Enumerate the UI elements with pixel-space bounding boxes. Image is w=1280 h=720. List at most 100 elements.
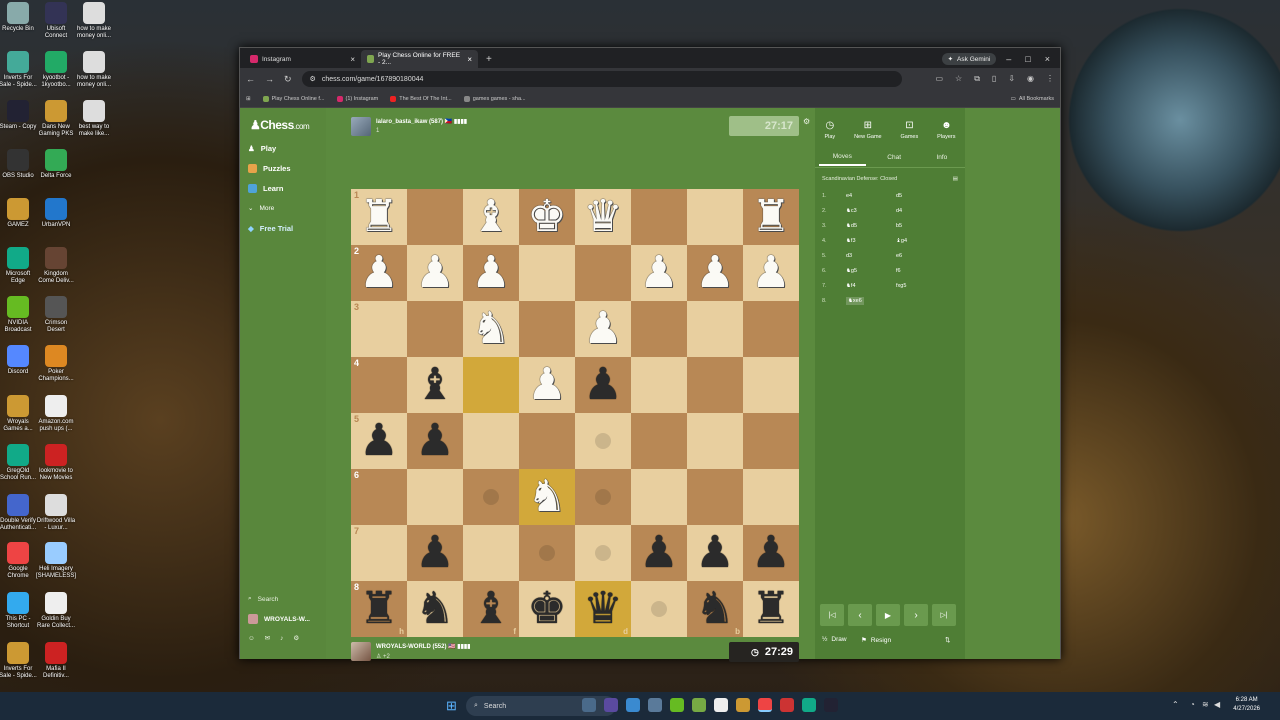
board-square[interactable] (407, 301, 463, 357)
bookmark-item[interactable]: (1) Instagram (336, 95, 378, 102)
white-pawn-piece[interactable]: ♟ (415, 251, 454, 295)
board-square[interactable] (407, 189, 463, 245)
board-square[interactable]: ♟ (519, 357, 575, 413)
black-pawn-piece[interactable]: ♟ (695, 531, 734, 575)
board-square[interactable]: 2 ♟ (351, 245, 407, 301)
black-king-piece[interactable]: ♚ (527, 587, 566, 631)
desktop-icon[interactable]: Inverts For Sale - Spide... (0, 51, 38, 89)
file-explorer-icon[interactable] (736, 698, 750, 712)
board-square[interactable] (463, 357, 519, 413)
white-move[interactable]: ♞f3 (846, 238, 896, 244)
close-tab-icon[interactable]: × (467, 55, 472, 64)
white-move[interactable]: d3 (846, 253, 896, 259)
desktop-icon[interactable]: lookmovie to New Movies (36, 444, 76, 482)
white-move[interactable]: ♞g5 (846, 268, 896, 274)
black-rook-piece[interactable]: ♜ (751, 587, 790, 631)
bookmark-item[interactable]: Play Chess Online f... (262, 95, 325, 102)
mail-icon[interactable]: ✉ (265, 634, 270, 642)
board-square[interactable] (687, 469, 743, 525)
nav-user[interactable]: WROYALS-W... (248, 614, 310, 624)
desktop-icon[interactable]: Driftwood Villa - Luxur... (36, 494, 76, 532)
steam-icon[interactable] (824, 698, 838, 712)
app-icon[interactable] (780, 698, 794, 712)
nav-learn[interactable]: Learn (248, 184, 283, 193)
new-tab-button[interactable]: + (478, 54, 500, 68)
black-move[interactable]: d5 (896, 193, 946, 199)
nav-search[interactable]: ⌕ Search (248, 595, 278, 603)
board-square[interactable] (687, 301, 743, 357)
board-square[interactable] (631, 357, 687, 413)
move-hint-dot[interactable] (483, 489, 499, 505)
board-square[interactable] (631, 469, 687, 525)
white-pawn-piece[interactable]: ♟ (695, 251, 734, 295)
board-square[interactable]: ♝ (463, 189, 519, 245)
tray-up-icon[interactable]: ⌃ (1172, 700, 1179, 709)
black-pawn-piece[interactable]: ♟ (751, 531, 790, 575)
desktop-icon[interactable]: how to make money onli... (74, 2, 114, 40)
white-queen-piece[interactable]: ♛ (583, 195, 622, 239)
desktop-icon[interactable]: Delta Force (36, 149, 76, 180)
board-square[interactable] (743, 301, 799, 357)
black-bishop-piece[interactable]: ♝ (471, 587, 510, 631)
black-pawn-piece[interactable]: ♟ (359, 419, 398, 463)
friends-icon[interactable]: ☺ (248, 635, 255, 642)
desktop-icon[interactable]: NVIDIA Broadcast (0, 296, 38, 334)
board-square[interactable]: ♟ (743, 525, 799, 581)
desktop-icon[interactable]: Double Verify Authenticati... (0, 494, 38, 532)
board-square[interactable] (743, 469, 799, 525)
board-square[interactable] (519, 301, 575, 357)
minimize-button[interactable]: – (1006, 54, 1011, 64)
black-move[interactable]: b5 (896, 223, 946, 229)
desktop-icon[interactable]: Ubisoft Connect (36, 2, 76, 40)
board-square[interactable]: ♛ (575, 189, 631, 245)
desktop-icon[interactable]: Goldin Buy Rare Collect... (36, 592, 76, 630)
opponent-name[interactable]: lalaro_basta_ikaw (587) 🇵🇭 ▮▮▮▮ (376, 118, 467, 125)
notepad-icon[interactable] (714, 698, 728, 712)
first-move-button[interactable]: |◁ (820, 604, 844, 626)
board-square[interactable]: 5 ♟ (351, 413, 407, 469)
apps-icon[interactable]: ⊞ (246, 96, 251, 102)
white-bishop-piece[interactable]: ♝ (471, 195, 510, 239)
sidebar-tab-games[interactable]: ⊡ Games (901, 120, 919, 148)
app-icon[interactable] (626, 698, 640, 712)
board-square[interactable]: ♝ (407, 357, 463, 413)
board-square[interactable]: a ♜ (743, 581, 799, 637)
volume-icon[interactable]: ◀ (1214, 700, 1220, 709)
black-knight-piece[interactable]: ♞ (415, 587, 454, 631)
site-info-icon[interactable]: ⚙ (310, 75, 316, 83)
desktop-icon[interactable]: Dans New Gaming PKS (36, 100, 76, 138)
wifi-icon[interactable]: ≋ (1202, 700, 1209, 709)
black-pawn-piece[interactable]: ♟ (639, 531, 678, 575)
reload-icon[interactable]: ↻ (284, 74, 292, 85)
white-pawn-piece[interactable]: ♟ (527, 363, 566, 407)
board-square[interactable]: ♟ (463, 245, 519, 301)
cast-icon[interactable]: ▭ (935, 74, 943, 84)
chess-logo[interactable]: ♟Chess.com (250, 118, 310, 132)
board-square[interactable]: ♚ (519, 189, 575, 245)
black-pawn-piece[interactable]: ♟ (583, 363, 622, 407)
desktop-icon[interactable]: Amazon.com push ups (... (36, 395, 76, 433)
sidebar-tab-players[interactable]: ☻ Players (937, 120, 955, 148)
desktop-icon[interactable]: Inverts For Sale - Spide... (0, 642, 38, 680)
board-square[interactable] (463, 413, 519, 469)
prev-move-button[interactable]: ‹ (848, 604, 872, 626)
board-square[interactable]: ♟ (631, 525, 687, 581)
board-square[interactable] (687, 413, 743, 469)
app-icon[interactable] (692, 698, 706, 712)
url-bar[interactable]: ⚙ chess.com/game/167890180044 (301, 71, 902, 87)
profile-icon[interactable]: ◉ (1027, 74, 1034, 84)
board-square[interactable]: ♟ (407, 525, 463, 581)
nav-play[interactable]: ♟ Play (248, 144, 276, 153)
black-knight-piece[interactable]: ♞ (695, 587, 734, 631)
white-pawn-piece[interactable]: ♟ (639, 251, 678, 295)
black-pawn-piece[interactable]: ♟ (415, 531, 454, 575)
board-square[interactable] (631, 189, 687, 245)
resign-button[interactable]: ⚑ Resign (861, 636, 891, 645)
board-square[interactable] (687, 189, 743, 245)
app-icon[interactable] (604, 698, 618, 712)
move-hint-dot[interactable] (595, 489, 611, 505)
board-square[interactable] (519, 413, 575, 469)
black-move[interactable]: ♝g4 (896, 238, 946, 244)
white-king-piece[interactable]: ♚ (527, 195, 566, 239)
nav-puzzles[interactable]: Puzzles (248, 164, 291, 173)
